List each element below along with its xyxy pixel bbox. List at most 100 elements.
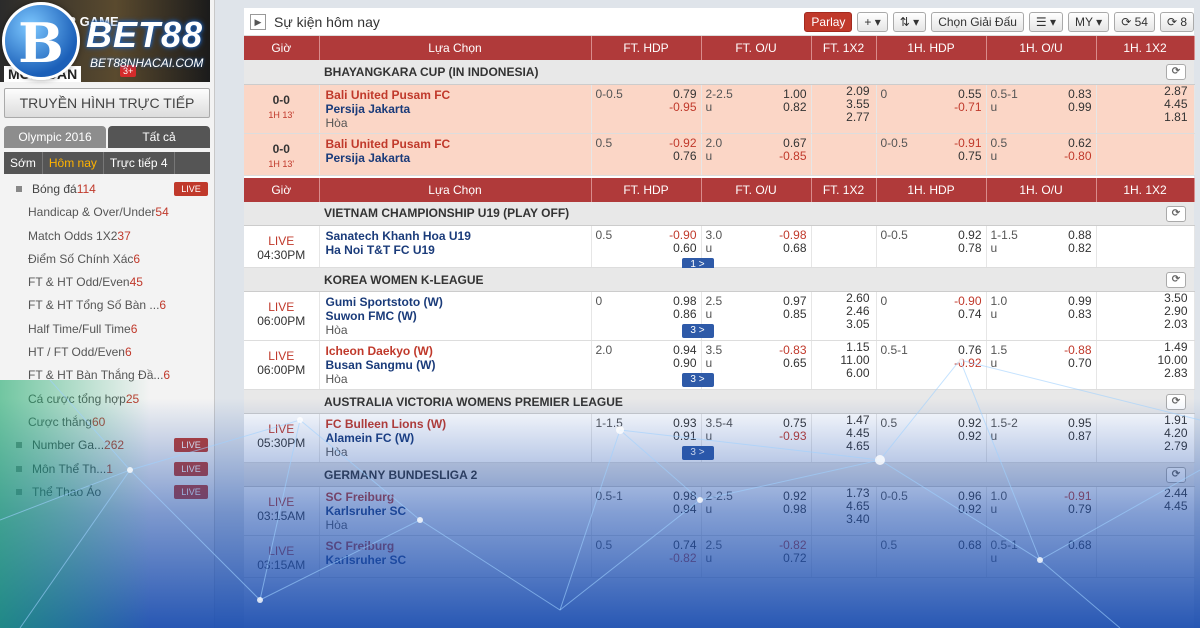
odds-value[interactable]: 0.70	[1064, 357, 1091, 370]
1x2-cell[interactable]	[1096, 225, 1195, 268]
odds-cell[interactable]: 0.5-1 0.76 -0.92	[876, 340, 987, 390]
odds-cell[interactable]: 1.0 u 0.99 0.83	[986, 291, 1097, 341]
match-teams[interactable]: Gumi Sportstoto (W) Suwon FMC (W) Hòa	[319, 291, 592, 341]
odds-value[interactable]: 0.65	[779, 357, 806, 370]
odds-value[interactable]: 0.67	[779, 136, 806, 150]
parlay-button[interactable]: Parlay	[804, 11, 853, 32]
view-mode-button[interactable]: ☰ ▾	[1028, 11, 1064, 32]
odds-cell[interactable]: 3.5-4 u 0.75 -0.93	[701, 413, 812, 463]
sidebar-item[interactable]: HT / FT Odd/Even6	[4, 341, 210, 364]
live-tv-button[interactable]: TRUYỀN HÌNH TRỰC TIẾP	[4, 88, 210, 118]
odds-cell[interactable]: 0-0.5 0.96 0.92	[876, 486, 987, 536]
away-team[interactable]: Ha Noi T&T FC U19	[326, 243, 585, 257]
sidebar-item[interactable]: FT & HT Odd/Even45	[4, 271, 210, 294]
collapse-arrow-icon[interactable]: ▶	[250, 13, 266, 30]
away-team[interactable]: Suwon FMC (W)	[326, 309, 585, 323]
odds-value[interactable]: 0.82	[1068, 242, 1091, 255]
odds-value[interactable]: 0.74	[954, 308, 981, 321]
odds-cell[interactable]: 0.5-1 u 0.68	[986, 535, 1097, 578]
odds-value[interactable]: 0.72	[779, 552, 806, 565]
odds-value[interactable]: 0.98	[783, 503, 806, 516]
sort-button[interactable]: ⇅ ▾	[892, 11, 927, 32]
home-team[interactable]: FC Bulleen Lions (W)	[326, 417, 585, 431]
odds-cell[interactable]: 1-1.5 0.93 0.91 3 >	[591, 413, 714, 463]
refresh-live-button[interactable]: ⟳ 8	[1159, 11, 1194, 32]
sidebar-item[interactable]: Handicap & Over/Under54	[4, 201, 210, 224]
odds-cell[interactable]: 0 0.98 0.86 3 >	[591, 291, 714, 341]
odds-value[interactable]: 2.79	[1097, 440, 1194, 453]
away-team[interactable]: Persija Jakarta	[326, 151, 585, 165]
away-team[interactable]: Karlsruher SC	[326, 504, 585, 518]
odds-value[interactable]: 0.90	[673, 357, 696, 370]
odds-cell[interactable]: 1.5 u -0.88 0.70	[986, 340, 1097, 390]
odds-value[interactable]: 0.62	[1064, 136, 1091, 150]
1x2-cell[interactable]: 1.73 4.65 3.40	[811, 486, 877, 536]
odds-cell[interactable]: 2-2.5 u 1.00 0.82	[701, 84, 812, 134]
home-team[interactable]: Icheon Daekyo (W)	[326, 344, 585, 358]
1x2-cell[interactable]: 2.09 3.55 2.77	[811, 84, 877, 134]
1x2-cell[interactable]	[811, 535, 877, 578]
sidebar-item[interactable]: Thể Thao Ảo LIVE	[4, 481, 210, 504]
odds-cell[interactable]: 2.5 u -0.82 0.72	[701, 535, 812, 578]
away-team[interactable]: Busan Sangmu (W)	[326, 358, 585, 372]
tab-all[interactable]: Tất cả	[108, 126, 210, 148]
1x2-cell[interactable]: 2.87 4.45 1.81	[1096, 84, 1195, 134]
odds-value[interactable]: 0.87	[1068, 430, 1091, 443]
1x2-cell[interactable]: 1.15 11.00 6.00	[811, 340, 877, 390]
refresh-icon[interactable]: ⟳	[1166, 272, 1186, 288]
odds-value[interactable]: -0.85	[779, 149, 806, 163]
match-teams[interactable]: SC Freiburg Karlsruher SC	[319, 535, 592, 578]
sidebar-item[interactable]: Điểm Số Chính Xác6	[4, 248, 210, 271]
1x2-cell[interactable]	[811, 225, 877, 268]
odds-value[interactable]: 0.82	[783, 100, 806, 114]
odds-value[interactable]: 2.83	[1097, 367, 1194, 380]
odds-value[interactable]: 0.94	[673, 503, 696, 516]
tab-early[interactable]: Sớm	[4, 152, 43, 174]
sidebar-item[interactable]: Cược thắng60	[4, 411, 210, 434]
odds-cell[interactable]: 3.5 u -0.83 0.65	[701, 340, 812, 390]
1x2-cell[interactable]: 1.47 4.45 4.65	[811, 413, 877, 463]
odds-value[interactable]: -0.92	[669, 136, 696, 150]
1x2-cell[interactable]: 3.50 2.90 2.03	[1096, 291, 1195, 341]
sidebar-item[interactable]: FT & HT Bàn Thắng Đầ...6	[4, 364, 210, 387]
odds-value[interactable]: 2.77	[812, 110, 876, 124]
1x2-cell[interactable]: 2.44 4.45	[1096, 486, 1195, 536]
odds-value[interactable]: -0.92	[954, 357, 981, 370]
odds-value[interactable]: 2.03	[1097, 318, 1194, 331]
odds-value[interactable]: -0.80	[1064, 149, 1091, 163]
odds-cell[interactable]: 0.5 0.92 0.92	[876, 413, 987, 463]
odds-value[interactable]: 1.81	[1097, 110, 1194, 124]
1x2-cell[interactable]: 2.60 2.46 3.05	[811, 291, 877, 341]
odds-value[interactable]: -0.95	[669, 100, 696, 114]
odds-value[interactable]: 2.87	[1097, 84, 1194, 98]
odds-value[interactable]: 0.85	[783, 308, 806, 321]
odds-cell[interactable]: 0.5 -0.92 0.76	[591, 133, 702, 176]
home-team[interactable]: Bali United Pusam FC	[326, 88, 585, 102]
sidebar-item[interactable]: Bóng đá114 LIVE	[4, 178, 210, 201]
odds-cell[interactable]: 0.5-1 u 0.83 0.99	[986, 84, 1097, 134]
odds-cell[interactable]: 2.0 u 0.67 -0.85	[701, 133, 812, 176]
odds-value[interactable]: -0.71	[954, 100, 981, 114]
odds-cell[interactable]: 2.5 u 0.97 0.85	[701, 291, 812, 341]
odds-value[interactable]: 0.86	[673, 308, 696, 321]
odds-value[interactable]: 0.68	[779, 242, 806, 255]
sidebar-item[interactable]: Môn Thể Th...1 LIVE	[4, 458, 210, 481]
odds-cell[interactable]: 1-1.5 u 0.88 0.82	[986, 225, 1097, 268]
odds-value[interactable]: 4.45	[1097, 97, 1194, 111]
odds-value[interactable]: 0.78	[958, 242, 981, 255]
odds-value[interactable]: 0.68	[1068, 539, 1091, 552]
tab-live[interactable]: Trực tiếp 4	[104, 152, 175, 174]
odds-cell[interactable]: 0-0.5 0.92 0.78	[876, 225, 987, 268]
odds-value[interactable]: 3.40	[812, 513, 876, 526]
home-team[interactable]: Bali United Pusam FC	[326, 137, 585, 151]
brand-logo[interactable]: B BET88 BET88NHACAI.COM	[0, 0, 240, 90]
odds-value[interactable]: 3.55	[812, 97, 876, 111]
odds-value[interactable]: 0.92	[958, 430, 981, 443]
odds-cell[interactable]: 0.5 0.74 -0.82	[591, 535, 702, 578]
odds-value[interactable]: 0.83	[1068, 308, 1091, 321]
odds-value[interactable]: 4.65	[812, 440, 876, 453]
odds-cell[interactable]: 0.5 -0.90 0.60 1 >	[591, 225, 714, 272]
odds-value[interactable]: 6.00	[812, 367, 876, 380]
select-league-button[interactable]: Chọn Giải Đấu	[931, 11, 1024, 32]
odds-cell[interactable]: 2.0 0.94 0.90 3 >	[591, 340, 714, 390]
